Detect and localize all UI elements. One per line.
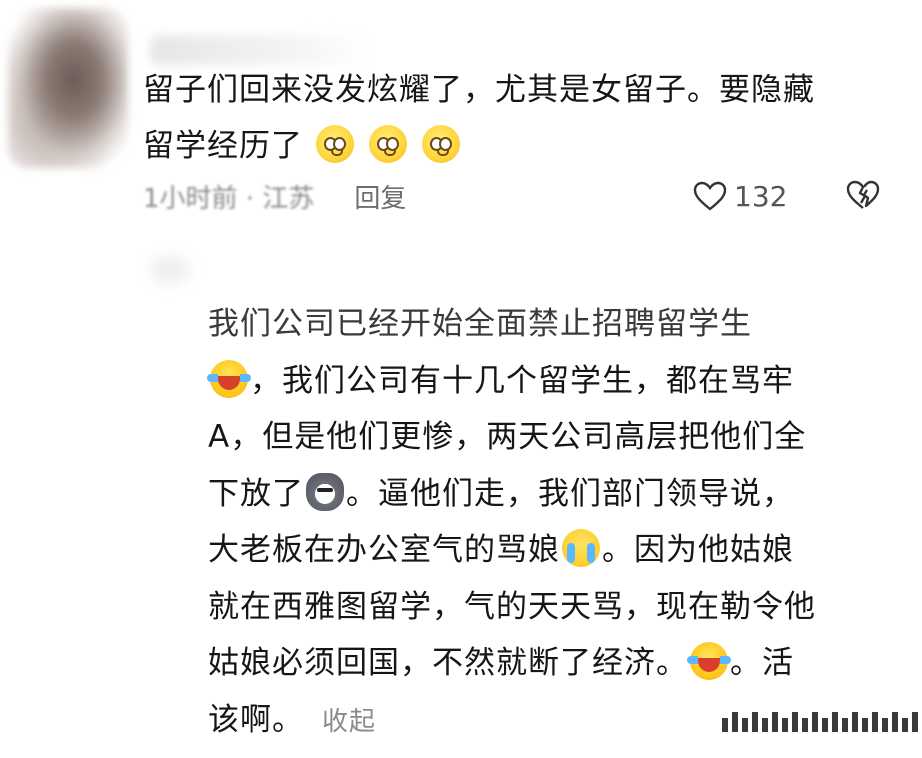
comment-line: 留子们回来没发炫耀了，尤其是女留子。要隐藏	[143, 72, 815, 108]
reply-line: 就在西雅图留学，气的天天骂，现在勒令他	[208, 588, 816, 625]
dog-face-icon	[306, 472, 344, 511]
comment-text: 留子们回来没发炫耀了，尤其是女留子。要隐藏 留学经历了	[143, 62, 883, 174]
like-count: 132	[734, 179, 788, 213]
watermark-bars-icon	[722, 712, 918, 732]
timestamp-location: 1小时前 · 江苏	[143, 183, 315, 214]
pleading-face-icon	[368, 125, 407, 163]
reply-line: ，我们公司有十几个留学生，都在骂牢	[207, 353, 878, 410]
dislike-button[interactable]	[845, 178, 881, 216]
username-blurred[interactable]	[150, 35, 370, 65]
crying-laughing-icon	[687, 642, 731, 680]
heart-icon	[693, 181, 727, 211]
like-button[interactable]: 132	[692, 176, 787, 216]
comment-line: 留学经历了	[143, 118, 883, 174]
reply-line: 我们公司已经开始全面禁止招聘留学生	[208, 306, 752, 342]
reply-text: 我们公司已经开始全面禁止招聘留学生 ，我们公司有十几个留学生，都在骂牢 A，但是…	[207, 296, 878, 750]
broken-heart-icon	[846, 180, 880, 209]
reply-line: A，但是他们更惨，两天公司高层把他们全	[208, 419, 807, 455]
user-avatar[interactable]	[8, 8, 128, 168]
pleading-face-icon	[315, 125, 354, 163]
reply-button[interactable]: 回复	[354, 178, 406, 215]
reply-line: 下放了 。逼他们走，我们部门领导说，	[208, 466, 878, 523]
crying-laughing-icon	[207, 359, 251, 398]
pleading-face-icon	[421, 125, 460, 163]
reply-line: 姑娘必须回国，不然就断了经济。 。活	[208, 635, 878, 692]
comment-meta: 1小时前 · 江苏 回复	[143, 176, 406, 216]
reply-avatar-blurred[interactable]	[150, 255, 190, 285]
crying-face-icon	[562, 529, 600, 567]
collapse-button[interactable]: 收起	[322, 707, 376, 737]
reply-line: 大老板在办公室气的骂娘 。因为他姑娘	[208, 522, 878, 579]
